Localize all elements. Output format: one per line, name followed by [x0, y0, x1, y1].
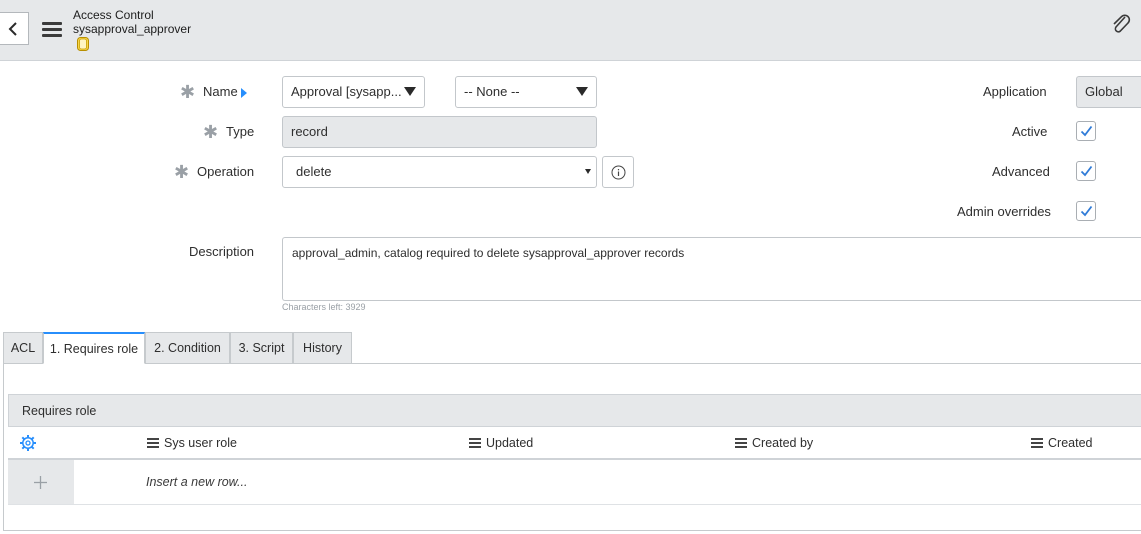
operation-label: Operation — [197, 164, 255, 179]
type-field: record — [282, 116, 597, 148]
operation-value: delete — [296, 164, 332, 179]
required-marker: ✱ — [174, 162, 190, 182]
add-row-button[interactable] — [8, 460, 74, 504]
database-icon — [77, 37, 89, 51]
column-label: Sys user role — [164, 436, 237, 450]
column-updated[interactable]: Updated — [469, 436, 533, 450]
tab-acl[interactable]: ACL — [3, 332, 43, 364]
info-button[interactable] — [602, 156, 634, 188]
menu-icon[interactable] — [42, 22, 62, 38]
back-button[interactable] — [0, 12, 29, 45]
characters-left: Characters left: 3929 — [282, 302, 366, 312]
column-menu-icon — [735, 437, 747, 448]
application-field: Global — [1076, 76, 1141, 108]
checkmark-icon — [1080, 205, 1093, 217]
record-name: sysapproval_approver — [73, 22, 192, 36]
application-value: Global — [1085, 84, 1123, 99]
operation-select[interactable]: delete — [282, 156, 597, 188]
name-label: Name — [203, 84, 238, 99]
column-created[interactable]: Created — [1031, 436, 1092, 450]
required-marker: ✱ — [203, 122, 219, 142]
type-value: record — [291, 124, 328, 139]
checkmark-icon — [1080, 125, 1093, 137]
advanced-checkbox[interactable] — [1076, 161, 1096, 181]
description-textarea[interactable]: approval_admin, catalog required to dele… — [282, 237, 1141, 301]
add-row-icon — [34, 476, 47, 489]
active-label: Active — [1012, 124, 1048, 139]
column-sys-user-role[interactable]: Sys user role — [147, 436, 237, 450]
expand-arrow-icon[interactable] — [240, 88, 248, 98]
insert-new-row[interactable]: Insert a new row... — [146, 475, 247, 489]
advanced-label: Advanced — [992, 164, 1050, 179]
tab-requires-role[interactable]: 1. Requires role — [43, 332, 145, 364]
form-title: Access Control — [73, 8, 154, 22]
type-label: Type — [226, 124, 255, 139]
description-label: Description — [189, 244, 255, 259]
column-created-by[interactable]: Created by — [735, 436, 813, 450]
column-label: Updated — [486, 436, 534, 450]
back-icon — [8, 22, 17, 36]
info-icon — [611, 165, 626, 180]
checkmark-icon — [1080, 165, 1093, 177]
tab-condition[interactable]: 2. Condition — [145, 332, 230, 364]
name-field-value: -- None -- — [464, 84, 520, 99]
column-label: Created by — [752, 436, 814, 450]
name-field-select[interactable]: -- None -- — [455, 76, 597, 108]
paperclip-icon[interactable] — [1110, 13, 1132, 38]
column-menu-icon — [147, 437, 159, 448]
column-menu-icon — [469, 437, 481, 448]
column-label: Created — [1048, 436, 1093, 450]
related-list-title: Requires role — [22, 404, 97, 418]
row-divider — [8, 504, 1141, 505]
tab-history[interactable]: History — [293, 332, 352, 364]
application-label: Application — [983, 84, 1047, 99]
active-checkbox[interactable] — [1076, 121, 1096, 141]
required-marker: ✱ — [180, 82, 196, 102]
column-menu-icon — [1031, 437, 1043, 448]
tab-script[interactable]: 3. Script — [230, 332, 293, 364]
name-table-value: Approval [sysapp... — [291, 84, 402, 99]
description-value: approval_admin, catalog required to dele… — [292, 246, 685, 260]
name-table-select[interactable]: Approval [sysapp... — [282, 76, 425, 108]
admin-overrides-label: Admin overrides — [957, 204, 1051, 219]
gear-icon[interactable] — [19, 434, 37, 455]
admin-overrides-checkbox[interactable] — [1076, 201, 1096, 221]
related-list-header — [8, 394, 1141, 427]
